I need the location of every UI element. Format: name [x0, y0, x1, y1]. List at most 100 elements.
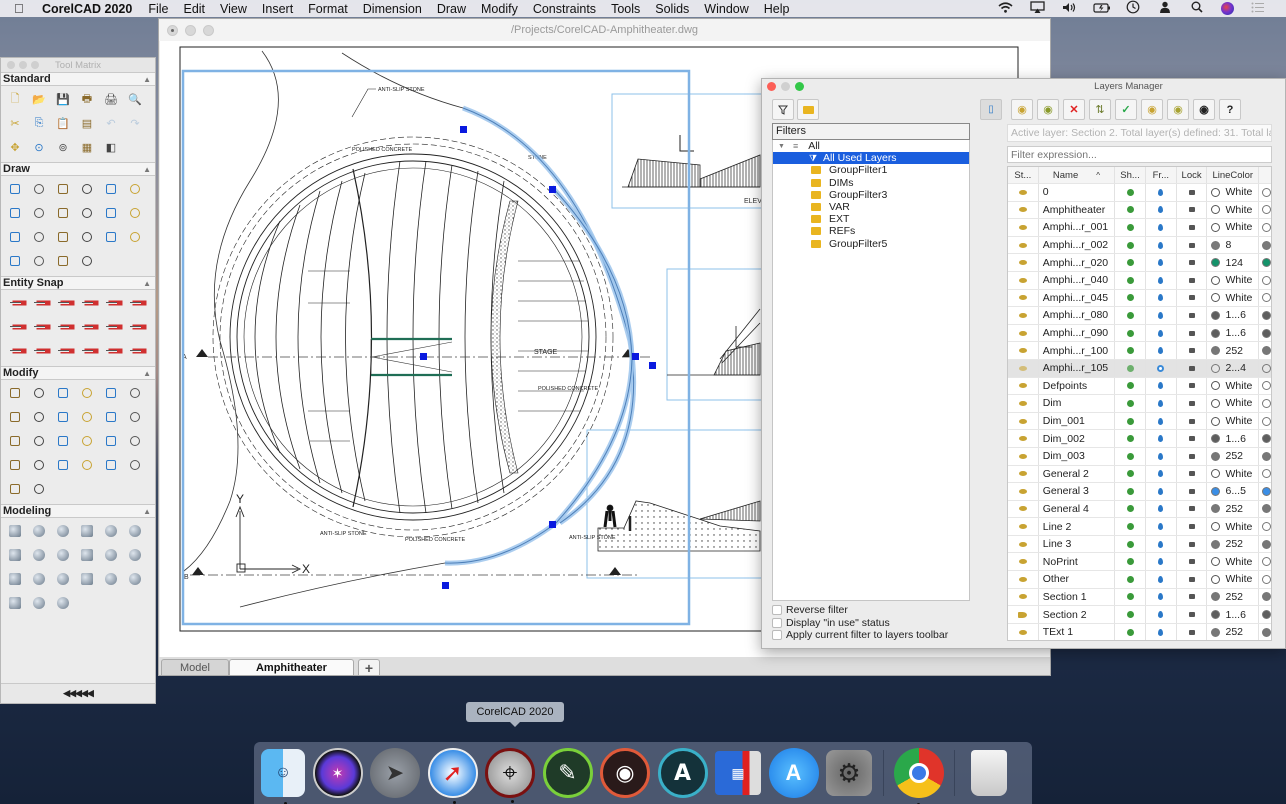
section-header-modify[interactable]: Modify ▲: [1, 366, 155, 380]
layer-freeze-toggle[interactable]: [1146, 236, 1177, 254]
layer-freeze-toggle[interactable]: [1146, 307, 1177, 324]
layer-row[interactable]: Amphi...r_090 1...6: [1008, 324, 1271, 343]
layer-name-cell[interactable]: Amphi...r_001: [1039, 219, 1116, 236]
tool-print[interactable]: 🖶: [75, 87, 99, 111]
tool-union-revolve[interactable]: [3, 567, 27, 591]
layer-extra-cell[interactable]: [1259, 272, 1271, 289]
tool-redo[interactable]: ↷: [123, 111, 147, 135]
layer-lock-toggle[interactable]: [1177, 201, 1208, 219]
layer-color-cell[interactable]: White: [1207, 395, 1260, 412]
tool-spline-curve[interactable]: [99, 201, 123, 225]
tool-snap-extension[interactable]: [99, 291, 123, 315]
dock-system-preferences[interactable]: ⚙: [826, 750, 872, 796]
tool-color-palette[interactable]: ▦: [75, 135, 99, 159]
layer-extra-cell[interactable]: [1259, 483, 1271, 500]
layer-status-cell[interactable]: [1008, 342, 1039, 359]
tool-wedge[interactable]: [3, 543, 27, 567]
layer-color-cell[interactable]: White: [1207, 289, 1260, 307]
layer-lock-toggle[interactable]: [1177, 342, 1208, 359]
tool-align[interactable]: [75, 405, 99, 429]
tool-sphere[interactable]: [99, 519, 123, 543]
layer-color-cell[interactable]: 1...6: [1207, 430, 1260, 447]
siri-icon[interactable]: [1221, 2, 1234, 15]
menu-window[interactable]: Window: [704, 2, 748, 16]
layer-lock-toggle[interactable]: [1177, 184, 1208, 201]
tool-snap-intersection[interactable]: [51, 291, 75, 315]
layer-color-cell[interactable]: 1...6: [1207, 606, 1260, 623]
layer-color-cell[interactable]: White: [1207, 271, 1260, 289]
new-group-filter-button[interactable]: [797, 99, 819, 120]
tool-group[interactable]: [123, 453, 147, 477]
column-status[interactable]: St...: [1008, 167, 1039, 183]
tool-snap-tangent[interactable]: [99, 315, 123, 339]
layer-freeze-toggle[interactable]: [1146, 377, 1177, 395]
layer-lock-toggle[interactable]: [1177, 412, 1208, 430]
tool-fillet[interactable]: [123, 405, 147, 429]
layer-name-cell[interactable]: Dim_001: [1039, 412, 1116, 430]
layer-row[interactable]: Defpoints White: [1008, 377, 1271, 396]
layer-extra-cell[interactable]: [1259, 395, 1271, 412]
section-header-modeling[interactable]: Modeling ▲: [1, 504, 155, 518]
layer-settings-button[interactable]: ◉: [1167, 99, 1189, 120]
layer-extra-cell[interactable]: [1259, 553, 1271, 570]
tool-snap-perpendicular[interactable]: [123, 291, 147, 315]
tool-table[interactable]: [3, 225, 27, 249]
tab-model[interactable]: Model: [161, 659, 229, 675]
tool-snap-quadrant[interactable]: [75, 315, 99, 339]
menu-constraints[interactable]: Constraints: [533, 2, 596, 16]
layer-lock-toggle[interactable]: [1177, 588, 1208, 606]
layer-show-toggle[interactable]: [1115, 571, 1146, 588]
layer-status-cell[interactable]: [1008, 236, 1039, 254]
tool-cone[interactable]: [27, 519, 51, 543]
tool-revision-cloud[interactable]: [51, 249, 75, 273]
layer-color-cell[interactable]: 1...6: [1207, 307, 1260, 324]
layer-color-cell[interactable]: White: [1207, 201, 1260, 219]
layer-color-cell[interactable]: 252: [1207, 535, 1260, 553]
menu-modify[interactable]: Modify: [481, 2, 518, 16]
grip[interactable]: [549, 521, 556, 528]
tool-region[interactable]: [75, 225, 99, 249]
apply-filter-toolbar-checkbox[interactable]: Apply current filter to layers toolbar: [772, 629, 948, 642]
tool-snap-center[interactable]: [27, 315, 51, 339]
tool-move[interactable]: [51, 381, 75, 405]
layer-name-cell[interactable]: Amphi...r_105: [1039, 359, 1116, 377]
merge-layers-button[interactable]: ⇅: [1089, 99, 1111, 120]
layer-status-cell[interactable]: [1008, 623, 1039, 640]
tool-intersect[interactable]: [99, 567, 123, 591]
layer-freeze-toggle[interactable]: [1146, 571, 1177, 588]
layer-show-toggle[interactable]: [1115, 271, 1146, 289]
layer-show-toggle[interactable]: [1115, 377, 1146, 395]
tool-snap-apparent-intersection[interactable]: [75, 291, 99, 315]
layer-row[interactable]: General 2 White: [1008, 465, 1271, 484]
layer-show-toggle[interactable]: [1115, 184, 1146, 201]
layer-status-cell[interactable]: [1008, 289, 1039, 307]
menu-dimension[interactable]: Dimension: [363, 2, 422, 16]
layer-name-cell[interactable]: General 4: [1039, 500, 1116, 518]
layer-extra-cell[interactable]: [1259, 501, 1271, 518]
tool-zoom-realtime[interactable]: ⊚: [51, 135, 75, 159]
layer-extra-cell[interactable]: [1259, 518, 1271, 535]
tree-item-all-used-layers[interactable]: ⧩ All Used Layers: [773, 152, 969, 165]
layer-toolbar-toggle-button[interactable]: ▯: [980, 99, 1002, 120]
layer-name-cell[interactable]: Amphi...r_080: [1039, 307, 1116, 324]
dock-painter[interactable]: A: [657, 748, 708, 798]
tool-paste[interactable]: 📋: [51, 111, 75, 135]
layer-row[interactable]: Dim_002 1...6: [1008, 430, 1271, 448]
layer-freeze-toggle[interactable]: [1146, 289, 1177, 307]
layer-status-cell[interactable]: [1008, 324, 1039, 342]
layer-color-cell[interactable]: White: [1207, 219, 1260, 236]
tool-snap-from[interactable]: [75, 339, 99, 363]
tool-mirror[interactable]: [75, 381, 99, 405]
tool-ray[interactable]: [123, 201, 147, 225]
tree-item-groupfilter5[interactable]: GroupFilter5: [773, 238, 969, 250]
tool-delete-duplicates[interactable]: [27, 381, 51, 405]
set-current-button[interactable]: ✓: [1115, 99, 1137, 120]
layer-lock-toggle[interactable]: [1177, 395, 1208, 412]
tool-explode[interactable]: [123, 429, 147, 453]
layer-freeze-toggle[interactable]: [1146, 201, 1177, 219]
layer-show-toggle[interactable]: [1115, 201, 1146, 219]
tool-viewport[interactable]: [3, 477, 27, 501]
layer-show-toggle[interactable]: [1115, 588, 1146, 606]
tool-polyline[interactable]: [123, 177, 147, 201]
grip[interactable]: [549, 186, 556, 193]
